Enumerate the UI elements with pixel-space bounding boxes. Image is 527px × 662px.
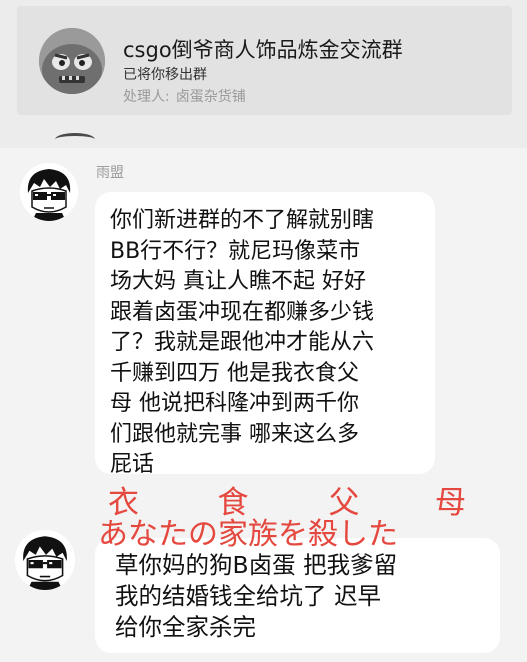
message-line: 千赚到四万 他是我衣食父 — [110, 360, 359, 386]
overlay-char: 母 — [435, 485, 466, 521]
handler-name: 卤蛋杂货铺 — [175, 89, 246, 105]
cartoon-sunglasses-avatar-icon[interactable] — [20, 163, 78, 221]
message-line: 场大妈 真让人瞧不起 好好 — [110, 269, 366, 294]
partial-avatar-edge — [55, 133, 95, 146]
group-removal-notice[interactable]: csgo倒爷商人饰品炼金交流群 已将你移出群 处理人: 卤蛋杂货铺 — [17, 6, 512, 115]
message-line: 屁话 — [110, 452, 155, 477]
message-bubble[interactable]: 草你妈的狗B卤蛋 把我爹留 我的结婚钱全给坑了 迟早 给你全家杀完 — [95, 538, 500, 653]
message-line: 我的结婚钱全给坑了 迟早 — [115, 582, 381, 610]
message-line: 草你妈的狗B卤蛋 把我爹留 — [115, 551, 398, 579]
handler-info: 处理人: 卤蛋杂货铺 — [123, 86, 246, 106]
message-line: 你们新进群的不了解就别瞎 — [110, 208, 375, 233]
message-bubble[interactable]: 你们新进群的不了解就别瞎 BB行不行？就尼玛像菜市 场大妈 真让人瞧不起 好好 … — [95, 192, 435, 477]
overlay-caption-line2: あなたの家族を殺した — [98, 517, 398, 552]
sender-name: 雨盟 — [96, 165, 124, 181]
cartoon-sunglasses-avatar-icon[interactable] — [15, 530, 75, 590]
message-line: 了？我就是跟他冲才能从六 — [110, 330, 375, 355]
message-line: 们跟他就完事 哪来这么多 — [110, 421, 359, 447]
group-name: csgo倒爷商人饰品炼金交流群 — [123, 38, 403, 62]
message-line: 母 他说把科隆冲到两千你 — [110, 391, 359, 416]
message-line: BB行不行？就尼玛像菜市 — [110, 238, 361, 264]
message-line: 给你全家杀完 — [115, 613, 256, 641]
message-line: 跟着卤蛋冲现在都赚多少钱 — [110, 299, 375, 325]
zombie-avatar-icon — [39, 28, 105, 94]
handler-label: 处理人: — [123, 89, 170, 105]
removal-message: 已将你移出群 — [123, 67, 207, 83]
